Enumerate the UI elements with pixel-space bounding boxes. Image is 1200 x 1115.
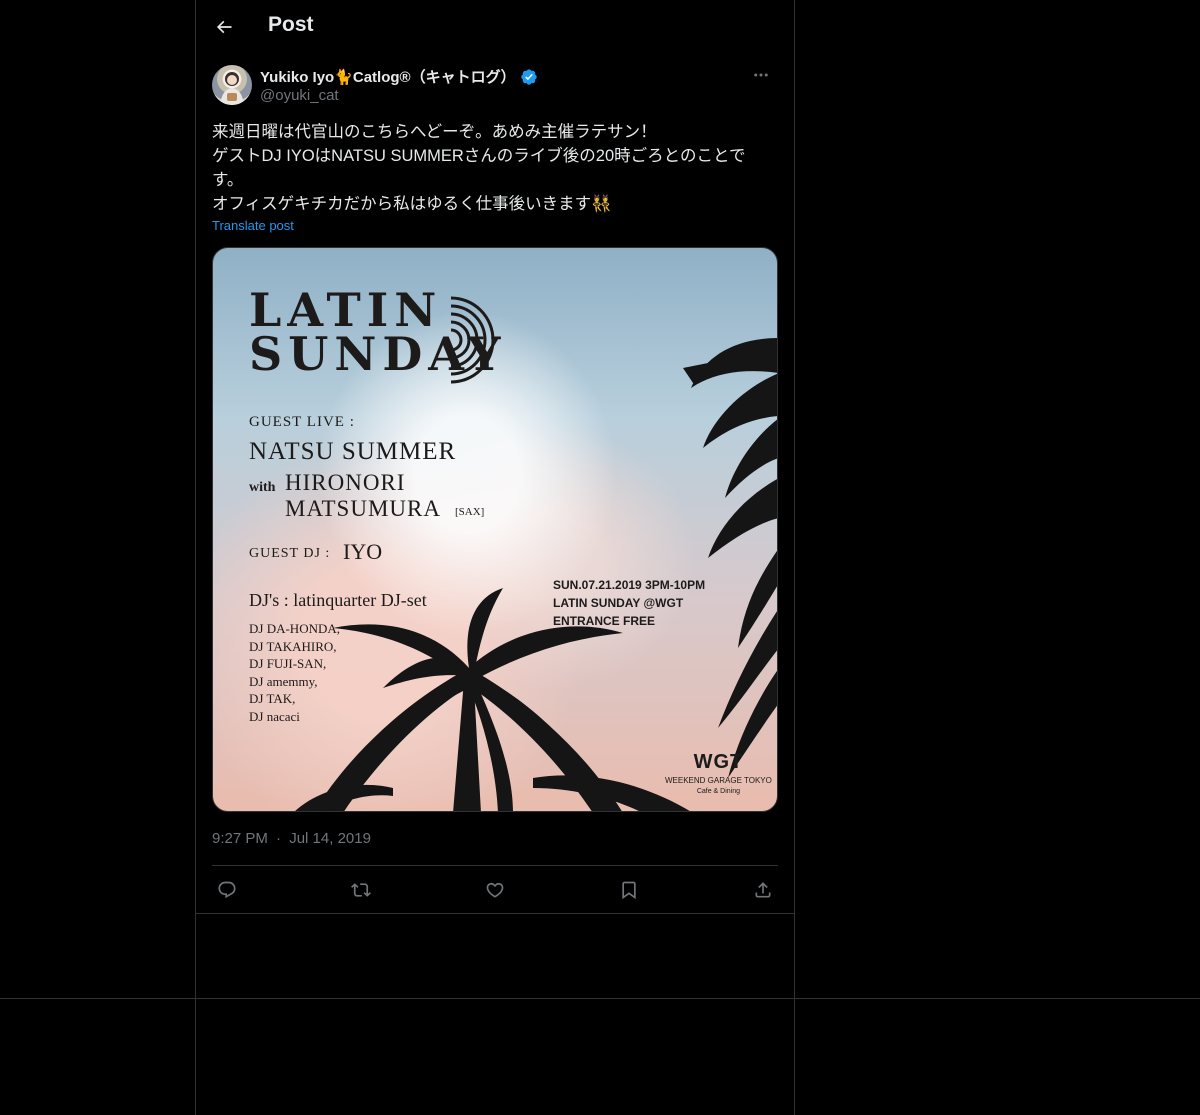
venue-logo: WGT WEEKEND GARAGE TOKYO Cafe & Dining <box>665 751 772 795</box>
post-time: 9:27 PM <box>212 830 268 847</box>
dj-list: DJ DA-HONDA, DJ TAKAHIRO, DJ FUJI-SAN, D… <box>249 620 340 725</box>
event-entrance: ENTRANCE FREE <box>553 614 656 628</box>
poster-title: LATIN SUNDAY <box>249 283 507 381</box>
timestamp-separator: · <box>276 830 282 847</box>
display-name-text: Yukiko Iyo🐈Catlog®（キャトログ） <box>260 69 516 86</box>
back-button[interactable] <box>206 9 242 45</box>
dj-list-item: DJ DA-HONDA, <box>249 621 340 636</box>
post-text-line: オフィスゲキチカだから私はゆるく仕事後いきます👯 <box>212 195 612 213</box>
page-title: Post <box>268 13 314 36</box>
post-image[interactable]: LATIN SUNDAY GUEST LIVE : NATSU SUMMER w… <box>212 247 778 812</box>
display-name[interactable]: Yukiko Iyo🐈Catlog®（キャトログ） <box>260 66 538 87</box>
guest-live-artist: NATSU SUMMER <box>249 438 457 465</box>
post-text-line: ゲストDJ IYOはNATSU SUMMERさんのライブ後の20時ごろとのことで… <box>212 147 746 189</box>
event-name: LATIN SUNDAY @WGT <box>553 596 684 610</box>
post-date: Jul 14, 2019 <box>289 830 371 847</box>
venue-name: WEEKEND GARAGE TOKYO <box>665 776 772 785</box>
guest-dj-label: GUEST DJ : <box>249 546 331 561</box>
translate-post-link[interactable]: Translate post <box>212 218 294 233</box>
actions-divider <box>212 865 778 866</box>
repost-icon <box>351 883 371 897</box>
collab-instrument: [SAX] <box>455 506 485 518</box>
guest-live-label: GUEST LIVE : <box>249 414 355 430</box>
collab-line1: HIRONORI <box>285 470 406 495</box>
arrow-left-icon <box>216 20 232 34</box>
dj-list-item: DJ FUJI-SAN, <box>249 656 327 671</box>
heart-icon <box>486 882 504 898</box>
avatar-image <box>220 72 244 105</box>
dj-list-item: DJ TAK, <box>249 691 296 706</box>
header: Post <box>196 0 794 54</box>
with-label: with <box>249 480 276 495</box>
dj-list-item: DJ TAKAHIRO, <box>249 638 337 654</box>
bookmark-button[interactable] <box>614 876 644 904</box>
collab-line2: MATSUMURA <box>285 496 441 521</box>
djs-label: DJ's : latinquarter DJ-set <box>249 590 427 610</box>
post-column: Post Yukiko Iyo🐈Catlog®（キャトログ） @oyuki_ca… <box>195 0 795 1115</box>
post-timestamp[interactable]: 9:27 PM · Jul 14, 2019 <box>212 830 371 847</box>
venue-logo-text: WGT <box>693 751 744 773</box>
bookmark-icon <box>622 881 636 900</box>
guest-dj-name: IYO <box>343 539 383 564</box>
event-date: SUN.07.21.2019 3PM-10PM <box>553 578 706 592</box>
post-text-line: 来週日曜は代官山のこちらへどーぞ。あめみ主催ラテサン！ <box>212 123 657 141</box>
dj-list-item: DJ nacaci <box>249 708 300 724</box>
venue-sub: Cafe & Dining <box>696 788 741 795</box>
event-info: SUN.07.21.2019 3PM-10PM LATIN SUNDAY @WG… <box>553 576 705 630</box>
dj-list-item: DJ amemmy, <box>249 673 318 689</box>
reply-button[interactable] <box>212 876 242 904</box>
share-button[interactable] <box>748 876 778 904</box>
author-row: Yukiko Iyo🐈Catlog®（キャトログ） @oyuki_cat <box>212 64 778 108</box>
post-text: 来週日曜は代官山のこちらへどーぞ。あめみ主催ラテサン！ ゲストDJ IYOはNA… <box>212 120 772 216</box>
repost-button[interactable] <box>346 876 376 904</box>
poster-title-line1: LATIN <box>249 283 443 337</box>
more-options-button[interactable] <box>744 64 778 86</box>
like-button[interactable] <box>480 876 510 904</box>
post-bottom-border <box>196 913 794 914</box>
verified-badge-icon <box>520 68 538 86</box>
share-icon <box>755 882 771 898</box>
user-handle[interactable]: @oyuki_cat <box>260 87 339 104</box>
reply-icon <box>218 881 236 899</box>
action-bar <box>212 876 778 904</box>
avatar[interactable] <box>212 65 252 105</box>
poster-title-line2: SUNDAY <box>249 327 507 381</box>
more-dots-icon <box>754 73 768 77</box>
